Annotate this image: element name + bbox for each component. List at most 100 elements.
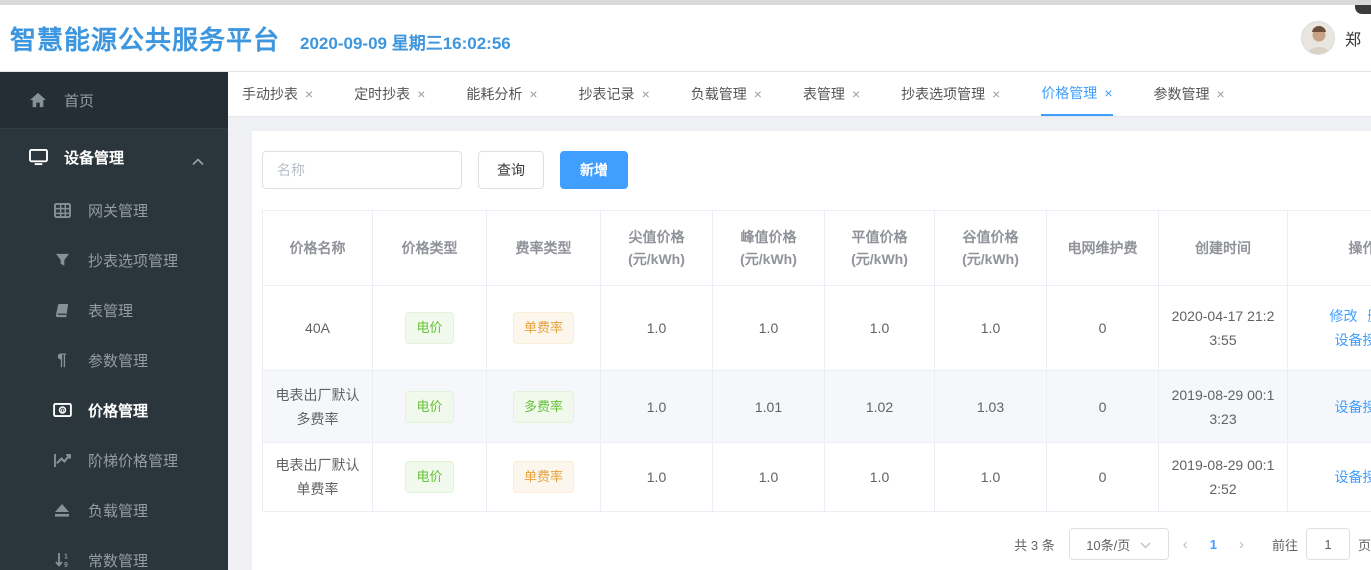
device-auth-link[interactable]: 设备授权 <box>1335 399 1371 415</box>
cell-price-type: 电价 <box>372 370 487 443</box>
tab-energy-analysis[interactable]: 能耗分析 × <box>466 72 537 116</box>
tab-meter-management[interactable]: 表管理 × <box>803 72 860 116</box>
col-created-time: 创建时间 <box>1158 210 1288 286</box>
cell-sharp: 1.0 <box>600 442 713 512</box>
tab-manual-reading[interactable]: 手动抄表 × <box>242 72 313 116</box>
sidebar-item-label: 参数管理 <box>88 352 149 370</box>
rate-type-badge: 单费率 <box>512 312 574 344</box>
close-icon[interactable]: × <box>1217 86 1225 102</box>
content-area: 查询 新增 价格名称 价格类型 费率类型 尖值价格(元/kW <box>228 117 1371 570</box>
user-area[interactable]: 郑 <box>1301 21 1363 55</box>
cell-rate-type: 单费率 <box>486 285 601 371</box>
sidebar-item-label: 网关管理 <box>88 202 149 220</box>
sidebar-item-device-management[interactable]: 设备管理 <box>0 129 228 185</box>
price-management-panel: 查询 新增 价格名称 价格类型 费率类型 尖值价格(元/kW <box>252 131 1371 570</box>
sidebar-item-label: 表管理 <box>88 302 134 320</box>
tab-price-management[interactable]: 价格管理 × <box>1041 72 1113 116</box>
sidebar-submenu: 网关管理 抄表选项管理 表管理 ¶ 参数管理 0 价格管理 阶梯价格管理 负载管… <box>0 185 228 570</box>
svg-text:1: 1 <box>64 554 68 561</box>
sidebar: 首页 设备管理 网关管理 抄表选项管理 表管理 ¶ 参数管理 0 价格管理 阶梯… <box>0 72 228 570</box>
close-icon[interactable]: × <box>642 86 650 102</box>
goto-label: 前往 <box>1271 537 1298 553</box>
sidebar-item-label: 价格管理 <box>88 402 149 420</box>
prev-page-button[interactable]: ‹ <box>1169 536 1202 553</box>
query-button[interactable]: 查询 <box>478 151 544 189</box>
sidebar-item-home[interactable]: 首页 <box>0 72 228 129</box>
cell-rate-type: 多费率 <box>486 370 601 443</box>
cell-peak: 1.0 <box>712 285 825 371</box>
app-title: 智慧能源公共服务平台 <box>10 24 281 55</box>
tab-label: 定时抄表 <box>354 86 411 102</box>
filter-icon <box>52 253 72 267</box>
rate-type-badge: 多费率 <box>512 390 574 423</box>
close-icon[interactable]: × <box>305 86 313 102</box>
eject-icon <box>52 503 72 517</box>
col-sharp-price: 尖值价格(元/kWh) <box>600 210 713 286</box>
cell-grid-fee: 0 <box>1046 285 1159 371</box>
cell-price-name: 电表出厂默认多费率 <box>262 370 373 443</box>
col-price-type: 价格类型 <box>372 210 487 286</box>
tab-reading-records[interactable]: 抄表记录 × <box>579 72 650 116</box>
close-icon[interactable]: × <box>754 86 762 102</box>
cell-price-name: 40A <box>262 285 373 371</box>
cell-valley: 1.0 <box>934 442 1047 512</box>
cell-created: 2019-08-29 00:13:23 <box>1158 370 1288 443</box>
sidebar-item-price-management[interactable]: 0 价格管理 <box>0 385 228 435</box>
search-input[interactable] <box>262 151 462 189</box>
close-icon[interactable]: × <box>992 86 1000 102</box>
sidebar-item-constant-management[interactable]: 19 常数管理 <box>0 535 228 570</box>
sidebar-item-label: 常数管理 <box>88 552 149 570</box>
cell-sharp: 1.0 <box>600 285 713 371</box>
page-size-select[interactable]: 10条/页 <box>1068 528 1169 560</box>
cell-flat: 1.0 <box>824 442 935 512</box>
cell-rate-type: 单费率 <box>486 442 601 512</box>
sidebar-item-load-management[interactable]: 负载管理 <box>0 485 228 535</box>
sidebar-item-parameter-management[interactable]: ¶ 参数管理 <box>0 335 228 385</box>
tab-label: 抄表记录 <box>578 86 635 102</box>
svg-text:0: 0 <box>60 408 63 414</box>
user-avatar[interactable] <box>1301 21 1335 55</box>
cell-price-type: 电价 <box>372 285 487 371</box>
device-auth-link[interactable]: 设备授权 <box>1335 332 1371 348</box>
tab-label: 价格管理 <box>1041 85 1098 101</box>
tab-load-management[interactable]: 负载管理 × <box>691 72 762 116</box>
tab-label: 手动抄表 <box>242 86 298 102</box>
sidebar-item-tiered-price-management[interactable]: 阶梯价格管理 <box>0 435 228 485</box>
cell-grid-fee: 0 <box>1046 442 1159 512</box>
tab-label: 抄表选项管理 <box>901 86 986 102</box>
chevron-up-icon[interactable] <box>192 153 204 170</box>
chart-line-icon <box>52 453 72 468</box>
tab-scheduled-reading[interactable]: 定时抄表 × <box>354 72 425 116</box>
tab-label: 表管理 <box>802 86 845 102</box>
cell-actions: 设备授权 <box>1287 370 1371 443</box>
sidebar-item-meter-reading-options[interactable]: 抄表选项管理 <box>0 235 228 285</box>
col-peak-price: 峰值价格(元/kWh) <box>712 210 825 286</box>
close-icon[interactable]: × <box>529 86 537 102</box>
delete-link[interactable]: 删除 <box>1368 308 1371 324</box>
cell-grid-fee: 0 <box>1046 370 1159 443</box>
device-auth-link[interactable]: 设备授权 <box>1335 469 1371 485</box>
header-datetime: 2020-09-09 星期三16:02:56 <box>300 33 511 53</box>
next-page-button[interactable]: › <box>1225 536 1258 553</box>
close-icon[interactable]: × <box>852 86 860 102</box>
tab-meter-reading-options[interactable]: 抄表选项管理 × <box>901 72 1000 116</box>
edit-link[interactable]: 修改 <box>1330 308 1358 324</box>
cell-peak: 1.0 <box>712 442 825 512</box>
cell-sharp: 1.0 <box>600 370 713 443</box>
page-number-1[interactable]: 1 <box>1202 537 1225 552</box>
close-icon[interactable]: × <box>417 86 425 102</box>
sidebar-item-gateway-management[interactable]: 网关管理 <box>0 185 228 235</box>
rate-type-badge: 单费率 <box>512 461 574 493</box>
monitor-icon <box>28 148 48 166</box>
sidebar-item-label: 阶梯价格管理 <box>88 452 179 470</box>
goto-page-input[interactable] <box>1305 528 1350 560</box>
app-header: 智慧能源公共服务平台 2020-09-09 星期三16:02:56 郑 <box>0 5 1371 72</box>
close-icon[interactable]: × <box>1104 85 1112 101</box>
pilcrow-icon: ¶ <box>57 350 67 369</box>
sidebar-item-meter-management[interactable]: 表管理 <box>0 285 228 335</box>
cell-flat: 1.02 <box>824 370 935 443</box>
cell-created: 2020-04-17 21:23:55 <box>1158 285 1288 371</box>
tab-label: 负载管理 <box>690 86 747 102</box>
tab-parameter-management[interactable]: 参数管理 × <box>1154 72 1225 116</box>
add-button[interactable]: 新增 <box>560 151 628 189</box>
